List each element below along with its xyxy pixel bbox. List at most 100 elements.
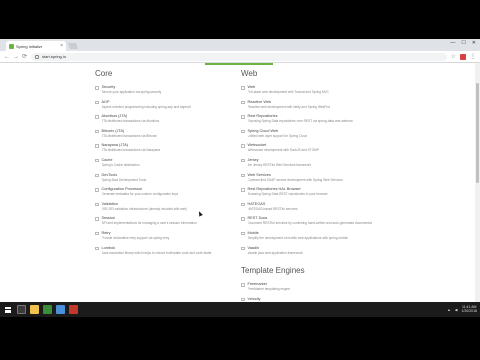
dependency-item[interactable]: Mobile Simplify the development of mobile… bbox=[241, 231, 371, 246]
clock[interactable]: 11:41 AM 1/20/2018 bbox=[461, 305, 477, 314]
dependency-checkbox[interactable] bbox=[95, 158, 99, 163]
dependency-item[interactable]: Atomikos (JTA) JTA distributed transactio… bbox=[95, 114, 225, 129]
dependency-item[interactable]: DevTools Spring Boot Development Tools bbox=[95, 173, 225, 188]
dependency-checkbox[interactable] bbox=[241, 283, 245, 287]
dependency-checkbox[interactable] bbox=[95, 86, 99, 90]
dependency-checkbox[interactable] bbox=[95, 115, 99, 119]
dependency-item[interactable]: Vaadin Vaadin java web application framew… bbox=[241, 246, 371, 261]
dependency-item[interactable]: Bitronix (JTA) JTA distributed transactio… bbox=[95, 129, 225, 144]
minimize-button[interactable]: — bbox=[450, 40, 455, 46]
dependency-description: Unified web layer support for Spring Clo… bbox=[247, 133, 308, 138]
dependency-name: Mobile bbox=[247, 230, 259, 235]
dependency-checkbox[interactable] bbox=[241, 202, 245, 207]
dependency-item[interactable]: Freemarker FreeMarker templating engine bbox=[241, 282, 371, 297]
dependency-item[interactable]: REST Docs Document RESTful services by co… bbox=[241, 216, 372, 231]
dependency-checkbox[interactable] bbox=[241, 115, 245, 119]
search-icon bbox=[16, 305, 26, 314]
dependency-item[interactable]: Reactive Web Reactive web development wit… bbox=[241, 100, 371, 115]
dependency-item[interactable]: Web Full-stack web development with Tomca… bbox=[241, 85, 371, 100]
start-button[interactable] bbox=[3, 305, 13, 315]
address-input[interactable]: start.spring.io bbox=[31, 52, 447, 61]
dependency-item[interactable]: Spring Cloud Web Unified web layer suppor… bbox=[241, 129, 371, 144]
clock-date: 1/20/2018 bbox=[461, 308, 477, 313]
dependency-text: Configuration Processor Generate metadata… bbox=[102, 187, 179, 202]
dependency-name: Validation bbox=[101, 201, 118, 206]
dependency-item[interactable]: Lombok Java annotation library which help… bbox=[95, 246, 225, 261]
dependency-item[interactable]: Websocket Websocket development with Sock… bbox=[241, 143, 371, 158]
dependency-description: API and implementations for managing a u… bbox=[101, 221, 197, 226]
dependency-description: JTA distributed transactions via Bitroni… bbox=[101, 133, 157, 138]
maximize-button[interactable]: ☐ bbox=[461, 40, 465, 46]
dependency-checkbox[interactable] bbox=[95, 144, 99, 148]
dependency-item[interactable]: HATEOAS HATEOAS-based RESTful services bbox=[241, 202, 371, 217]
dependency-item[interactable]: Session API and implementations for manag… bbox=[95, 216, 225, 231]
taskbar-app-search[interactable] bbox=[16, 305, 26, 315]
dependency-item[interactable]: Rest Repositories Exposing Spring Data re… bbox=[241, 114, 371, 129]
dependency-text: Session API and implementations for manag… bbox=[102, 216, 197, 231]
dependency-checkbox[interactable] bbox=[95, 173, 99, 178]
dependency-name: Spring Cloud Web bbox=[247, 128, 279, 133]
network-icon[interactable]: ▲ bbox=[447, 308, 450, 312]
dependency-text: Security Secure your application via spri… bbox=[102, 85, 162, 100]
reload-button[interactable]: ⟳ bbox=[22, 53, 27, 60]
forward-button[interactable]: → bbox=[13, 54, 19, 60]
dependency-item[interactable]: AOP Aspect-oriented programming including… bbox=[95, 100, 225, 115]
dependency-checkbox[interactable] bbox=[95, 100, 99, 105]
dependency-checkbox[interactable] bbox=[241, 173, 245, 178]
dependency-item[interactable]: Cache Spring's Cache abstraction bbox=[95, 158, 225, 173]
dependency-checkbox[interactable] bbox=[241, 158, 245, 163]
dependency-text: Web Full-stack web development with Tomca… bbox=[248, 85, 329, 100]
taskbar-app-other[interactable] bbox=[68, 305, 78, 315]
dependency-checkbox[interactable] bbox=[241, 129, 245, 134]
dependency-name: Bitronix (JTA) bbox=[101, 128, 125, 133]
browser-menu-button[interactable]: ⋮ bbox=[470, 53, 476, 60]
dependency-text: Bitronix (JTA) JTA distributed transactio… bbox=[102, 129, 157, 144]
dependency-text: Validation JSR-303 validation infrastruct… bbox=[102, 202, 188, 217]
new-tab-button[interactable] bbox=[67, 43, 79, 49]
dependency-checkbox[interactable] bbox=[95, 202, 99, 207]
dependency-description: Contract-first SOAP service development … bbox=[247, 177, 343, 182]
extension-icon[interactable] bbox=[460, 53, 466, 60]
dependency-item[interactable]: Rest Repositories HAL Browser Browsing Sp… bbox=[241, 187, 371, 202]
dependency-checkbox[interactable] bbox=[241, 188, 245, 192]
bookmark-star-icon[interactable]: ☆ bbox=[451, 53, 456, 60]
dependency-name: Web bbox=[247, 85, 256, 89]
dependency-checkbox[interactable] bbox=[241, 100, 245, 105]
dependency-item[interactable]: Validation JSR-303 validation infrastruct… bbox=[95, 202, 225, 217]
dependency-checkbox[interactable] bbox=[95, 129, 99, 134]
dependency-item[interactable]: Narayana (JTA) JTA distributed transactio… bbox=[95, 143, 225, 158]
dependency-item[interactable]: Retry Provide declarative retry support v… bbox=[95, 231, 225, 246]
dependency-checkbox[interactable] bbox=[241, 231, 245, 236]
page-scrollbar[interactable] bbox=[475, 63, 480, 317]
dependency-checkbox[interactable] bbox=[241, 297, 245, 302]
dependency-checkbox[interactable] bbox=[95, 246, 99, 251]
dependency-checkbox[interactable] bbox=[241, 246, 245, 251]
dependency-checkbox[interactable] bbox=[241, 217, 245, 221]
tab-spring-initializr[interactable]: Spring Initializr × bbox=[6, 41, 66, 51]
tab-close-icon[interactable]: × bbox=[60, 43, 63, 49]
dependency-checkbox[interactable] bbox=[95, 231, 99, 236]
dependency-item[interactable]: Configuration Processor Generate metadata… bbox=[95, 187, 225, 202]
tab-bar: Spring Initializr × — ☐ ✕ bbox=[0, 39, 480, 51]
browser-window: Spring Initializr × — ☐ ✕ ← → ⟳ start.sp… bbox=[0, 39, 480, 317]
taskbar-app-explorer[interactable] bbox=[29, 305, 39, 315]
dependency-item[interactable]: Jersey the Jersey RESTful Web Services fr… bbox=[241, 158, 371, 173]
volume-icon[interactable]: ◀ bbox=[455, 308, 458, 312]
dependency-checkbox[interactable] bbox=[95, 188, 99, 192]
close-window-button[interactable]: ✕ bbox=[472, 40, 476, 46]
back-button[interactable]: ← bbox=[4, 54, 10, 60]
taskbar-app-chrome[interactable] bbox=[55, 305, 65, 315]
dependency-item[interactable]: Security Secure your application via spri… bbox=[95, 85, 225, 100]
dependency-item[interactable]: Web Services Contract-first SOAP service … bbox=[241, 173, 371, 188]
taskbar-app-ide[interactable] bbox=[42, 305, 52, 315]
dependency-checkbox[interactable] bbox=[241, 144, 245, 148]
dependency-checkbox[interactable] bbox=[95, 217, 99, 221]
dependency-checkbox[interactable] bbox=[241, 86, 245, 90]
dependency-text: Freemarker FreeMarker templating engine bbox=[248, 282, 291, 297]
scrollbar-thumb[interactable] bbox=[476, 83, 479, 183]
web-section-title: Web bbox=[241, 69, 258, 78]
dependency-name: Rest Repositories HAL Browser bbox=[247, 187, 301, 192]
dependency-description: Generate metadata for your custom config… bbox=[101, 192, 179, 197]
dependency-text: Rest Repositories HAL Browser Browsing Sp… bbox=[248, 187, 328, 202]
dependency-name: Lombok bbox=[101, 245, 116, 250]
